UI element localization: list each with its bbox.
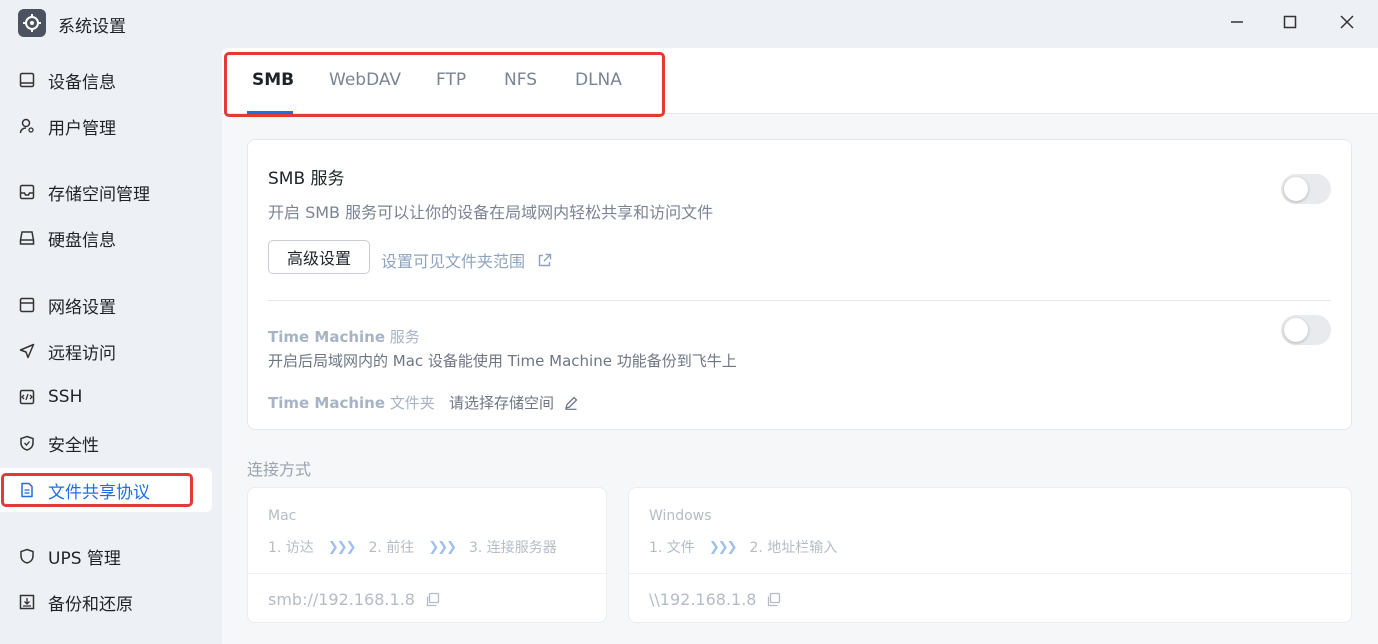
- sidebar-item-label: 设备信息: [48, 72, 116, 93]
- sidebar-item-label: 硬盘信息: [48, 230, 116, 251]
- active-tab-indicator: [247, 111, 293, 114]
- windows-steps: 1. 文件 ❯❯❯ 2. 地址栏输入: [649, 537, 837, 557]
- windows-connection-card: Windows 1. 文件 ❯❯❯ 2. 地址栏输入 \\192.168.1.8: [628, 487, 1352, 623]
- sidebar-item-label: 存储空间管理: [48, 184, 150, 205]
- ups-shield-icon: [18, 547, 36, 565]
- mac-step: 1. 访达: [268, 540, 314, 556]
- window-title: 系统设置: [58, 17, 126, 37]
- advanced-settings-button[interactable]: 高级设置: [268, 240, 370, 274]
- title-bar: 系统设置: [0, 0, 1378, 48]
- user-manage-icon: [18, 117, 36, 135]
- toggle-knob: [1284, 177, 1308, 201]
- sidebar-item-label: UPS 管理: [48, 548, 121, 569]
- tab-smb[interactable]: SMB: [252, 70, 294, 90]
- time-machine-toggle[interactable]: [1281, 315, 1331, 345]
- mac-connection-card: Mac 1. 访达 ❯❯❯ 2. 前往 ❯❯❯ 3. 连接服务器 smb://1…: [247, 487, 607, 623]
- sidebar-item-label: 安全性: [48, 435, 99, 456]
- smb-service-toggle[interactable]: [1281, 174, 1331, 204]
- minimize-button[interactable]: [1215, 8, 1259, 38]
- smb-service-card: SMB 服务 开启 SMB 服务可以让你的设备在局域网内轻松共享和访问文件 高级…: [247, 139, 1352, 430]
- visible-folder-scope-link[interactable]: 设置可见文件夹范围: [381, 248, 552, 272]
- sidebar-item-label: 用户管理: [48, 118, 116, 139]
- minimize-icon: [1230, 14, 1244, 33]
- sidebar-item-security[interactable]: 安全性: [0, 421, 212, 465]
- close-icon: [1340, 14, 1354, 33]
- device-info-icon: [18, 71, 36, 89]
- mac-address-text: smb://192.168.1.8: [268, 590, 415, 609]
- time-machine-title: Time Machine 服务: [268, 328, 420, 346]
- remote-access-icon: [18, 342, 36, 360]
- windows-address-text: \\192.168.1.8: [649, 590, 757, 609]
- smb-service-desc: 开启 SMB 服务可以让你的设备在局域网内轻松共享和访问文件: [268, 203, 714, 222]
- protocol-tabs: SMB WebDAV FTP NFS DLNA: [222, 48, 1378, 117]
- mac-os-label: Mac: [268, 508, 297, 524]
- sidebar-item-user-manage[interactable]: 用户管理: [0, 104, 212, 148]
- maximize-icon: [1283, 14, 1297, 33]
- sidebar-item-label: SSH: [48, 387, 83, 407]
- tab-webdav[interactable]: WebDAV: [329, 70, 401, 90]
- mac-step: 2. 前往: [368, 540, 415, 556]
- mac-address: smb://192.168.1.8: [268, 590, 440, 609]
- tab-nfs[interactable]: NFS: [504, 70, 537, 90]
- step-arrow-icon: ❯❯❯: [708, 539, 738, 555]
- close-button[interactable]: [1325, 8, 1369, 38]
- sidebar-item-label: 远程访问: [48, 343, 116, 364]
- connection-method-label: 连接方式: [247, 460, 312, 479]
- edit-pencil-icon: [564, 396, 578, 410]
- sidebar-item-backup[interactable]: 备份和还原: [0, 580, 212, 624]
- mac-steps: 1. 访达 ❯❯❯ 2. 前往 ❯❯❯ 3. 连接服务器: [268, 537, 557, 557]
- scope-link-label: 设置可见文件夹范围: [381, 252, 526, 271]
- copy-icon[interactable]: [766, 592, 781, 607]
- mac-step: 3. 连接服务器: [469, 540, 557, 556]
- windows-os-label: Windows: [649, 508, 712, 524]
- settings-app-icon: [18, 9, 46, 37]
- sidebar-item-file-share[interactable]: 文件共享协议: [0, 468, 212, 512]
- storage-icon: [18, 183, 36, 201]
- sidebar-item-network[interactable]: 网络设置: [0, 283, 212, 327]
- sidebar-item-ups[interactable]: UPS 管理: [0, 534, 212, 578]
- disk-icon: [18, 229, 36, 247]
- shield-icon: [18, 434, 36, 452]
- smb-service-title: SMB 服务: [268, 169, 345, 189]
- choose-storage-link[interactable]: 请选择存储空间: [449, 392, 578, 413]
- sidebar-item-label: 网络设置: [48, 297, 116, 318]
- sidebar-item-device-info[interactable]: 设备信息: [0, 58, 212, 102]
- tab-dlna[interactable]: DLNA: [575, 70, 622, 90]
- backup-icon: [18, 593, 36, 611]
- windows-address: \\192.168.1.8: [649, 590, 781, 609]
- maximize-button[interactable]: [1268, 8, 1312, 38]
- time-machine-desc: 开启后局域网内的 Mac 设备能使用 Time Machine 功能备份到飞牛上: [268, 352, 737, 370]
- time-machine-folder-label: Time Machine 文件夹: [268, 394, 435, 412]
- toggle-knob: [1284, 318, 1308, 342]
- tab-ftp[interactable]: FTP: [436, 70, 466, 90]
- step-arrow-icon: ❯❯❯: [327, 539, 357, 555]
- network-icon: [18, 296, 36, 314]
- file-share-icon: [18, 481, 36, 499]
- external-link-icon: [537, 253, 552, 268]
- conn-card-divider: [629, 573, 1351, 574]
- ssh-icon: [18, 388, 36, 406]
- choose-storage-label: 请选择存储空间: [449, 394, 555, 412]
- card-divider: [268, 300, 1331, 301]
- sidebar-item-remote-access[interactable]: 远程访问: [0, 329, 212, 373]
- sidebar-item-ssh[interactable]: SSH: [0, 375, 212, 419]
- windows-step: 1. 文件: [649, 540, 695, 556]
- sidebar: 设备信息 用户管理 存储空间管理 硬盘信息 网络设置 远程访问 SSH 安全性 …: [0, 48, 222, 644]
- sidebar-item-label: 备份和还原: [48, 594, 133, 615]
- sidebar-item-disk[interactable]: 硬盘信息: [0, 216, 212, 260]
- step-arrow-icon: ❯❯❯: [428, 539, 457, 555]
- copy-icon[interactable]: [425, 592, 440, 607]
- sidebar-item-label: 文件共享协议: [48, 482, 150, 503]
- windows-step: 2. 地址栏输入: [749, 540, 838, 556]
- sidebar-item-storage[interactable]: 存储空间管理: [0, 170, 212, 214]
- content-panel: SMB WebDAV FTP NFS DLNA SMB 服务 开启 SMB 服务…: [222, 48, 1378, 644]
- conn-card-divider: [248, 573, 606, 574]
